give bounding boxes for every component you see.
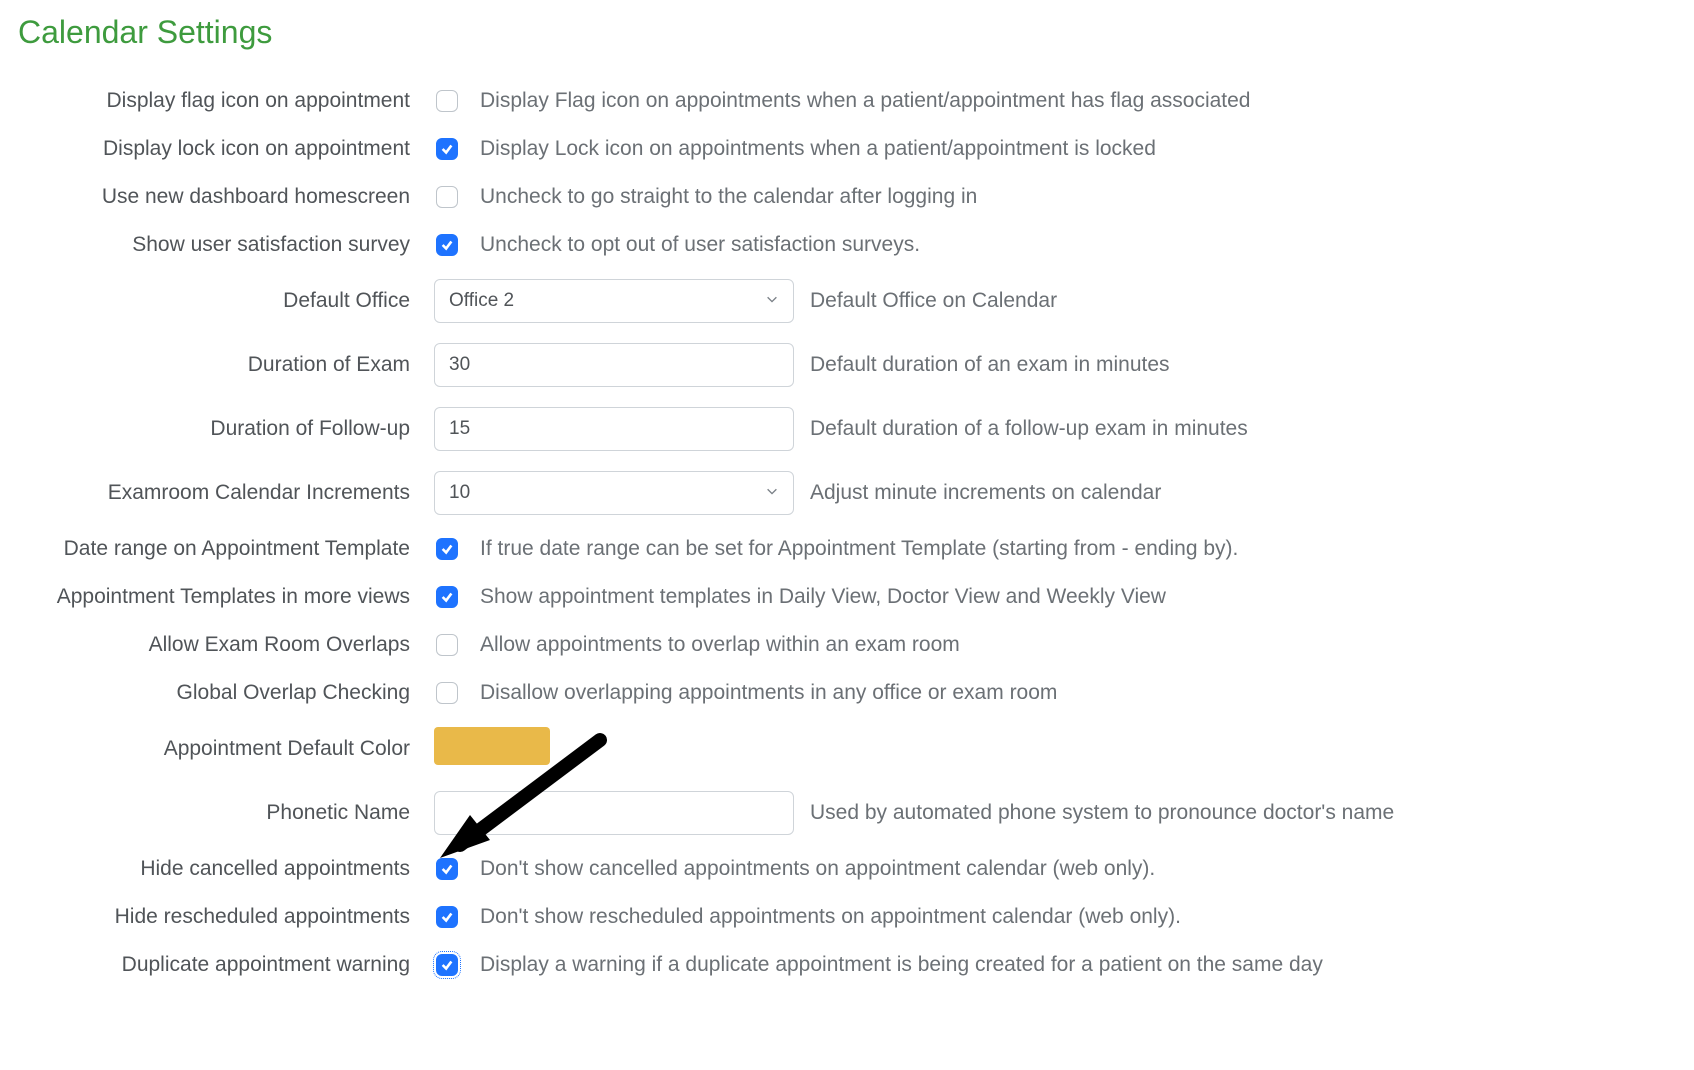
desc-hide-cancelled-appointments: Don't show cancelled appointments on app… (480, 857, 1676, 881)
input-duration-followup[interactable] (434, 407, 794, 451)
label-use-new-dashboard: Use new dashboard homescreen (18, 185, 418, 209)
desc-duration-followup: Default duration of a follow-up exam in … (810, 417, 1676, 441)
row-duplicate-appointment-warning: Duplicate appointment warning Display a … (18, 951, 1676, 979)
label-duration-followup: Duration of Follow-up (18, 417, 418, 441)
label-examroom-increments: Examroom Calendar Increments (18, 481, 418, 505)
input-duration-exam[interactable] (434, 343, 794, 387)
checkbox-date-range-template[interactable] (436, 538, 458, 560)
row-hide-rescheduled-appointments: Hide rescheduled appointments Don't show… (18, 903, 1676, 931)
label-phonetic-name: Phonetic Name (18, 801, 418, 825)
chevron-down-icon (765, 482, 779, 504)
checkbox-show-user-survey[interactable] (436, 234, 458, 256)
row-show-user-survey: Show user satisfaction survey Uncheck to… (18, 231, 1676, 259)
checkbox-global-overlap-checking[interactable] (436, 682, 458, 704)
row-global-overlap-checking: Global Overlap Checking Disallow overlap… (18, 679, 1676, 707)
select-default-office-value: Office 2 (449, 290, 514, 312)
desc-duration-exam: Default duration of an exam in minutes (810, 353, 1676, 377)
row-date-range-template: Date range on Appointment Template If tr… (18, 535, 1676, 563)
label-duplicate-appointment-warning: Duplicate appointment warning (18, 953, 418, 977)
checkbox-duplicate-appointment-warning[interactable] (436, 954, 458, 976)
row-appointment-default-color: Appointment Default Color (18, 727, 1676, 771)
desc-duplicate-appointment-warning: Display a warning if a duplicate appoint… (480, 953, 1676, 977)
label-date-range-template: Date range on Appointment Template (18, 537, 418, 561)
desc-default-office: Default Office on Calendar (810, 289, 1676, 313)
label-display-flag-icon: Display flag icon on appointment (18, 89, 418, 113)
page-title: Calendar Settings (18, 14, 1676, 51)
desc-show-user-survey: Uncheck to opt out of user satisfaction … (480, 233, 1676, 257)
select-examroom-increments-value: 10 (449, 482, 470, 504)
label-global-overlap-checking: Global Overlap Checking (18, 681, 418, 705)
checkbox-hide-rescheduled-appointments[interactable] (436, 906, 458, 928)
label-hide-rescheduled-appointments: Hide rescheduled appointments (18, 905, 418, 929)
desc-display-lock-icon: Display Lock icon on appointments when a… (480, 137, 1676, 161)
label-show-user-survey: Show user satisfaction survey (18, 233, 418, 257)
row-use-new-dashboard: Use new dashboard homescreen Uncheck to … (18, 183, 1676, 211)
checkbox-display-lock-icon[interactable] (436, 138, 458, 160)
row-duration-followup: Duration of Follow-up Default duration o… (18, 407, 1676, 451)
color-swatch-appointment-default[interactable] (434, 727, 550, 765)
label-hide-cancelled-appointments: Hide cancelled appointments (18, 857, 418, 881)
label-duration-exam: Duration of Exam (18, 353, 418, 377)
desc-global-overlap-checking: Disallow overlapping appointments in any… (480, 681, 1676, 705)
row-hide-cancelled-appointments: Hide cancelled appointments Don't show c… (18, 855, 1676, 883)
row-examroom-increments: Examroom Calendar Increments 10 Adjust m… (18, 471, 1676, 515)
label-appointment-default-color: Appointment Default Color (18, 737, 418, 761)
label-display-lock-icon: Display lock icon on appointment (18, 137, 418, 161)
desc-allow-exam-room-overlaps: Allow appointments to overlap within an … (480, 633, 1676, 657)
label-templates-more-views: Appointment Templates in more views (18, 585, 418, 609)
row-phonetic-name: Phonetic Name Used by automated phone sy… (18, 791, 1676, 835)
input-phonetic-name[interactable] (434, 791, 794, 835)
row-display-lock-icon: Display lock icon on appointment Display… (18, 135, 1676, 163)
select-default-office[interactable]: Office 2 (434, 279, 794, 323)
desc-date-range-template: If true date range can be set for Appoin… (480, 537, 1676, 561)
row-default-office: Default Office Office 2 Default Office o… (18, 279, 1676, 323)
chevron-down-icon (765, 290, 779, 312)
desc-examroom-increments: Adjust minute increments on calendar (810, 481, 1676, 505)
desc-display-flag-icon: Display Flag icon on appointments when a… (480, 89, 1676, 113)
label-allow-exam-room-overlaps: Allow Exam Room Overlaps (18, 633, 418, 657)
label-default-office: Default Office (18, 289, 418, 313)
row-templates-more-views: Appointment Templates in more views Show… (18, 583, 1676, 611)
desc-use-new-dashboard: Uncheck to go straight to the calendar a… (480, 185, 1676, 209)
desc-hide-rescheduled-appointments: Don't show rescheduled appointments on a… (480, 905, 1676, 929)
settings-form: Display flag icon on appointment Display… (18, 87, 1676, 979)
row-allow-exam-room-overlaps: Allow Exam Room Overlaps Allow appointme… (18, 631, 1676, 659)
checkbox-display-flag-icon[interactable] (436, 90, 458, 112)
checkbox-templates-more-views[interactable] (436, 586, 458, 608)
row-duration-exam: Duration of Exam Default duration of an … (18, 343, 1676, 387)
checkbox-hide-cancelled-appointments[interactable] (436, 858, 458, 880)
checkbox-use-new-dashboard[interactable] (436, 186, 458, 208)
row-display-flag-icon: Display flag icon on appointment Display… (18, 87, 1676, 115)
desc-templates-more-views: Show appointment templates in Daily View… (480, 585, 1676, 609)
checkbox-allow-exam-room-overlaps[interactable] (436, 634, 458, 656)
desc-phonetic-name: Used by automated phone system to pronou… (810, 801, 1676, 825)
select-examroom-increments[interactable]: 10 (434, 471, 794, 515)
